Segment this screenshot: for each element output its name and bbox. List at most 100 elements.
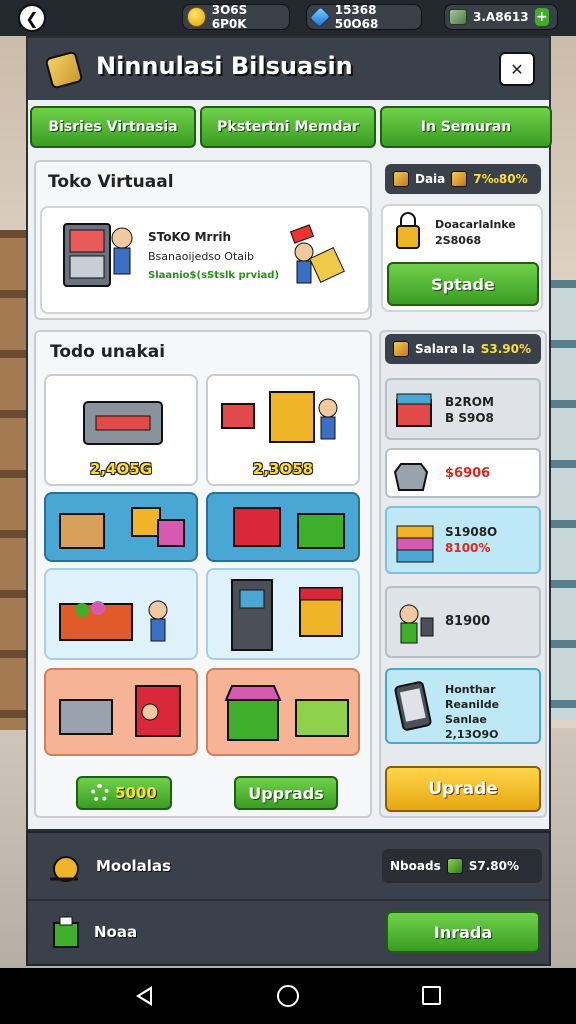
todo-cell-1[interactable]: 2,4O5G <box>44 374 198 486</box>
bottom-row1-pill-label: Nboads <box>390 859 441 873</box>
chart-up-icon <box>446 858 463 874</box>
worker-icon <box>399 604 434 644</box>
bottom-row1-pill-value: S7.80% <box>468 859 519 873</box>
close-button[interactable]: ✕ <box>499 52 535 86</box>
side-mid-item-5-text: Honthar Reanilde Sanlae 2,13O9O <box>445 682 539 742</box>
cart-icon <box>59 600 168 642</box>
todo-title: Todo unakai <box>50 342 166 362</box>
gem-icon <box>309 6 331 28</box>
chart-icon <box>451 171 468 187</box>
system-nav-bar <box>0 968 576 1024</box>
todo-cell-5[interactable] <box>44 568 198 660</box>
store-card-title: SToKO Mrrih <box>148 230 232 244</box>
todo-cell-7[interactable] <box>44 668 198 756</box>
store-card[interactable]: SToKO Mrrih Bsanaoijedso Otaib Slaanio$(… <box>40 206 370 314</box>
side-top-line2: 2S8068 <box>435 234 482 247</box>
side-top-line1: Doacarlalnke <box>435 218 516 231</box>
plus-icon[interactable]: + <box>534 8 549 26</box>
gear-icon <box>91 784 110 802</box>
side-top-pill-value: 7‰80% <box>473 172 528 186</box>
store-title: Toko Virtuaal <box>48 172 174 192</box>
side-mid-item-1-line2: B S9O8 <box>445 411 494 425</box>
bottom-panel: Moolalas Nboads S7.80% Noaa Inrada <box>26 831 551 966</box>
side-top-button[interactable]: Sptade <box>387 262 539 306</box>
side-mid-item-2[interactable]: $6906 <box>385 448 541 498</box>
side-mid-pill-label: Salara Ia <box>415 342 475 356</box>
side-top-card[interactable]: Doacarlalnke 2S8068 Sptade <box>381 204 543 312</box>
back-icon: ❮ <box>25 8 39 28</box>
side-mid-item-2-value: $6906 <box>445 466 491 481</box>
side-mid-item-4[interactable]: 81900 <box>385 586 541 658</box>
panel-header: Ninnulasi Bilsuasin ✕ <box>28 38 549 100</box>
basket-icon <box>233 507 345 549</box>
todo-cell-2-value: 2,3O58 <box>252 460 314 478</box>
box-stack-icon <box>396 393 432 427</box>
side-mid-pill-value: S3.90% <box>480 342 531 356</box>
store-section: Toko Virtuaal SToKO Mrrih Bsanaoijedso O… <box>34 160 372 320</box>
nav-recents-icon[interactable] <box>422 986 441 1005</box>
side-mid-item-1-line1: B2ROM <box>445 395 494 409</box>
todo-cost-badge: 5000 <box>76 776 172 810</box>
bin-icon <box>53 916 79 948</box>
side-mid-item-5[interactable]: Honthar Reanilde Sanlae 2,13O9O <box>385 668 541 744</box>
back-button[interactable]: ❮ <box>18 4 46 32</box>
side-mid-item-3-line1: S1908O <box>445 525 498 539</box>
side-top-pill: Daia 7‰80% <box>385 164 541 194</box>
tab-semuran[interactable]: In Semuran <box>380 106 552 148</box>
bottom-divider <box>28 899 549 901</box>
close-icon: ✕ <box>510 59 524 79</box>
tab-pkstertni[interactable]: Pkstertni Memdar <box>200 106 376 148</box>
tab-bisries[interactable]: Bisries Virtnasia <box>30 106 196 148</box>
main-panel: Ninnulasi Bilsuasin ✕ Bisries Virtnasia … <box>26 36 552 831</box>
side-mid-item-4-value: 81900 <box>445 614 491 629</box>
todo-cost: 5000 <box>115 784 157 802</box>
cash-counter[interactable]: 3.A8613 + <box>444 4 558 30</box>
gems-value: 15368 50O68 <box>334 3 379 31</box>
gems-counter[interactable]: 15368 50O68 <box>306 3 422 31</box>
arcade-icon <box>231 579 343 651</box>
todo-cell-6[interactable] <box>206 568 360 660</box>
todo-upgrade-button[interactable]: Upprads <box>234 776 338 810</box>
side-mid-upgrade-button[interactable]: Uprade <box>385 766 541 812</box>
side-mid-item-1-text: B2ROM B S9O8 <box>445 394 494 426</box>
side-mid-item-3-text: S1908O 8100% <box>445 524 497 556</box>
side-mid-pill: Salara Ia S3.90% <box>385 334 541 364</box>
bottom-row2-label: Noaa <box>94 923 138 941</box>
nav-home-icon[interactable] <box>277 985 299 1007</box>
tablet-icon <box>394 681 432 731</box>
background-shelf-left <box>0 230 26 730</box>
bottom-row1-label: Moolalas <box>96 857 171 875</box>
background-shelf-right <box>550 280 576 720</box>
side-mid-item-3[interactable]: S1908O 8100% <box>385 506 541 574</box>
cash-value: 3.A8613 <box>473 10 529 24</box>
nav-back-icon-inner <box>140 990 150 1002</box>
coins-value: 3O6S 6P0K <box>211 3 248 31</box>
cloth-icon <box>393 463 429 491</box>
todo-cell-8[interactable] <box>206 668 360 756</box>
resource-bar: ❮ 3O6S 6P0K 15368 50O68 3.A8613 + <box>0 0 576 36</box>
market-stall-icon <box>224 685 349 741</box>
coin-icon <box>187 7 206 27</box>
side-mid-item-5-line1: Honthar <box>445 683 496 696</box>
store-card-line: Bsanaoijedso Otaib <box>148 250 255 263</box>
side-mid-item-1[interactable]: B2ROM B S9O8 <box>385 378 541 440</box>
tab-bar: Bisries Virtnasia Pkstertni Memdar In Se… <box>28 106 552 148</box>
book-stack-icon <box>396 525 434 563</box>
side-mid-item-3-line2: 8100% <box>445 541 491 555</box>
todo-cell-4[interactable] <box>206 492 360 562</box>
cash-register-icon <box>59 685 181 737</box>
panel-title: Ninnulasi Bilsuasin <box>96 52 353 80</box>
todo-cell-1-value: 2,4O5G <box>89 460 153 478</box>
todo-cell-3[interactable] <box>44 492 198 562</box>
snail-icon <box>50 856 79 882</box>
badge-icon <box>393 341 409 357</box>
side-mid-item-5-line2: Reanilde Sanlae <box>445 698 500 726</box>
store-card-value: Slaanio$(sStslk prviad) <box>148 270 280 281</box>
shop-icon <box>393 171 409 187</box>
bottom-row2-button[interactable]: Inrada <box>386 911 540 953</box>
bottom-row1-pill: Nboads S7.80% <box>382 849 542 883</box>
todo-cell-2[interactable]: 2,3O58 <box>206 374 360 486</box>
side-top-pill-label: Daia <box>415 172 446 186</box>
coins-counter[interactable]: 3O6S 6P0K <box>182 3 290 31</box>
side-mid-item-5-line3: 2,13O9O <box>445 728 499 741</box>
